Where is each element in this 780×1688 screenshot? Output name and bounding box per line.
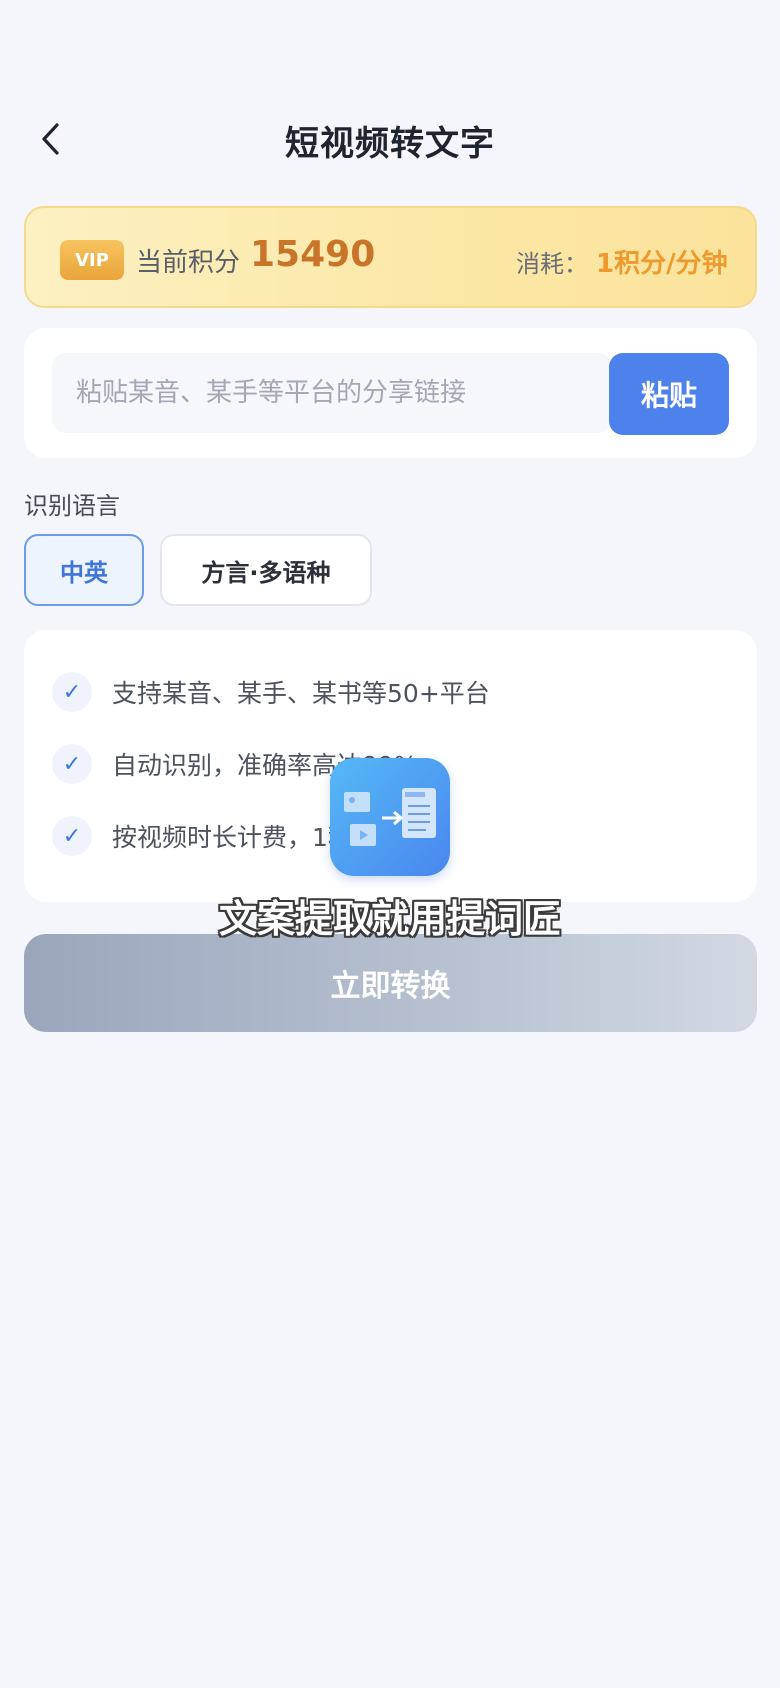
points-value: 15490 [250,234,376,275]
share-link-input[interactable] [52,353,612,433]
link-input-card: 粘贴 [24,328,757,458]
cost-label: 消耗： [516,250,588,278]
vip-points-card: VIP 当前积分 15490 消耗： 1积分/分钟 [24,206,757,308]
page: 短视频转文字 VIP 当前积分 15490 消耗： 1积分/分钟 粘贴 识别语言… [0,0,780,1688]
watermark-text: 文案提取就用提词匠 [218,897,561,941]
check-icon: ✓ [52,744,92,784]
language-option-dialect[interactable]: 方言·多语种 [160,534,372,606]
image-to-text-app-icon [330,758,450,876]
convert-button[interactable]: 立即转换 [24,934,757,1032]
points-label: 当前积分 [136,248,241,278]
cost-value: 1积分/分钟 [596,249,728,279]
language-option-zh-en[interactable]: 中英 [24,534,144,606]
header: 短视频转文字 [0,100,780,176]
feature-text: 支持某音、某手、某书等50+平台 [112,679,490,708]
check-icon: ✓ [52,672,92,712]
check-icon: ✓ [52,816,92,856]
page-title: 短视频转文字 [285,124,495,164]
feature-item: ✓ 支持某音、某手、某书等50+平台 [52,670,490,714]
vip-badge: VIP [60,240,124,280]
paste-button[interactable]: 粘贴 [609,353,729,435]
language-section-label: 识别语言 [24,492,120,520]
